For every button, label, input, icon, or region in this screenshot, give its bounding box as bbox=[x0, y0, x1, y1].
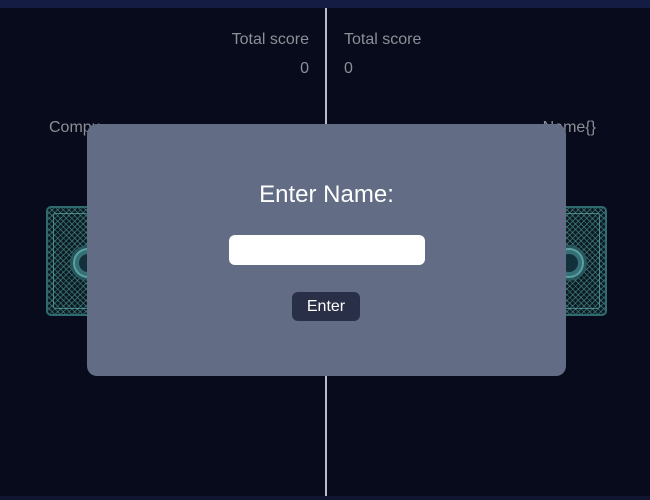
name-modal-overlay: Enter Name: Enter bbox=[0, 0, 650, 500]
enter-button[interactable]: Enter bbox=[292, 292, 360, 321]
modal-title: Enter Name: bbox=[259, 181, 394, 208]
name-modal: Enter Name: Enter bbox=[87, 124, 566, 376]
name-input[interactable] bbox=[229, 235, 425, 265]
